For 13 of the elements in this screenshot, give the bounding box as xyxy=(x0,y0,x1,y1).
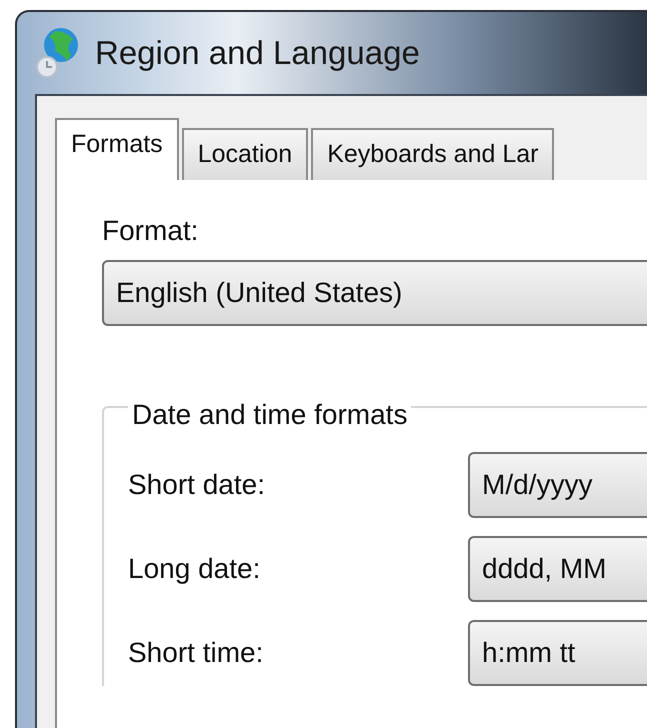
format-label: Format: xyxy=(102,214,200,248)
tab[interactable]: Location xyxy=(182,128,308,180)
format-dropdown[interactable]: M/d/yyyy xyxy=(468,452,647,518)
globe-icon xyxy=(35,25,81,81)
tab[interactable]: Formats xyxy=(55,118,179,180)
tab[interactable]: Keyboards and Lar xyxy=(311,128,554,180)
field-label: Long date: xyxy=(128,552,262,586)
field-label: Short date: xyxy=(128,468,266,502)
window-title: Region and Language xyxy=(95,33,420,74)
format-dropdown[interactable]: English (United States) xyxy=(102,260,647,326)
format-dropdown[interactable]: h:mm tt xyxy=(468,620,647,686)
field-label: Short time: xyxy=(128,636,264,670)
format-dropdown[interactable]: dddd, MM xyxy=(468,536,647,602)
